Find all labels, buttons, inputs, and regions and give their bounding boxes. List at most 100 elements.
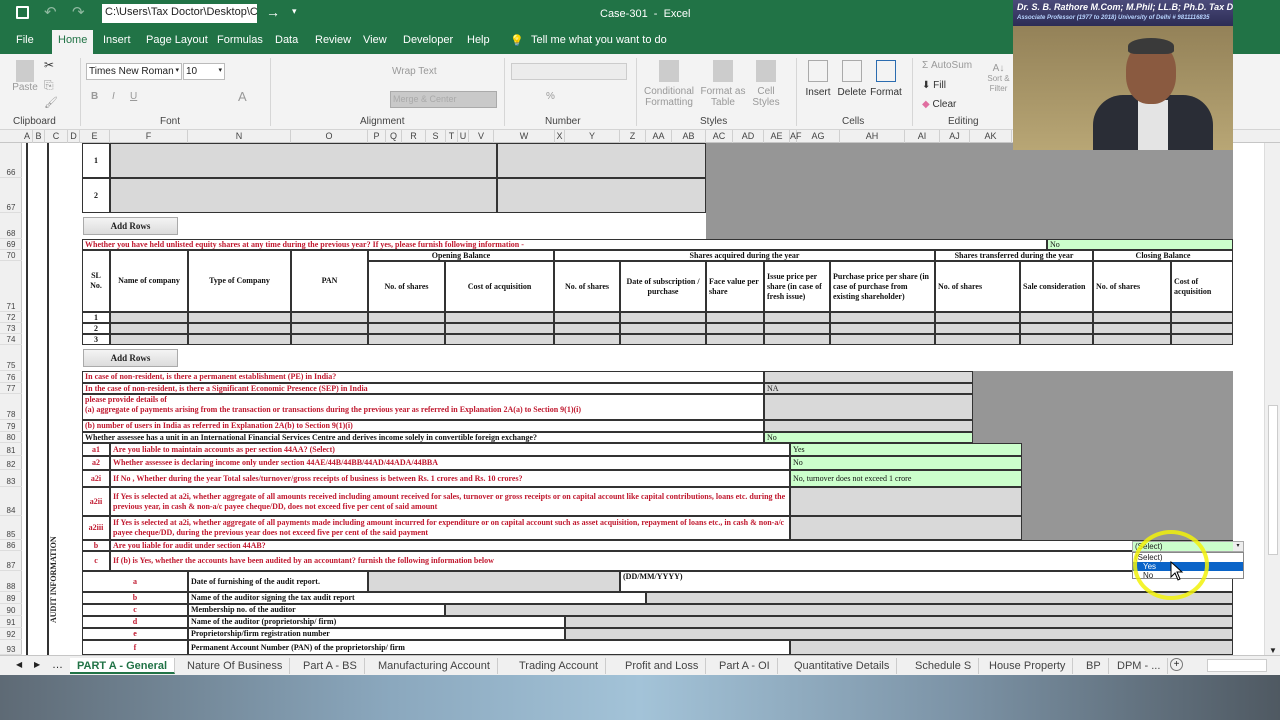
row-header[interactable]: 77 <box>0 383 22 394</box>
horizontal-scrollbar[interactable] <box>1207 659 1267 672</box>
input-cell[interactable] <box>110 334 188 345</box>
underline-icon[interactable]: U <box>130 91 137 102</box>
input-cell[interactable] <box>188 334 291 345</box>
date-input[interactable] <box>368 571 620 592</box>
column-header[interactable]: D <box>68 130 80 143</box>
row-header[interactable]: 86 <box>0 540 22 551</box>
input-cell[interactable] <box>620 334 706 345</box>
column-header[interactable]: U <box>458 130 469 143</box>
row-header[interactable]: 88 <box>0 571 22 592</box>
column-header[interactable]: AH <box>840 130 905 143</box>
column-header[interactable]: AJ <box>940 130 970 143</box>
worksheet-grid[interactable]: 1 2 Add Rows Whether you have held unlisted… <box>22 143 1262 655</box>
input-cell[interactable] <box>110 143 497 178</box>
input-cell[interactable] <box>935 334 1020 345</box>
column-header[interactable]: F <box>110 130 188 143</box>
autosum-button[interactable]: Σ AutoSum <box>922 60 972 71</box>
paste-button[interactable]: Paste <box>10 60 40 93</box>
input-cell[interactable] <box>764 312 830 323</box>
input-cell[interactable] <box>646 592 1233 604</box>
answer-unlisted-shares[interactable]: No <box>1047 239 1233 250</box>
row-header[interactable]: 67 <box>0 178 22 213</box>
row-header[interactable]: 84 <box>0 487 22 516</box>
italic-icon[interactable]: I <box>112 91 115 102</box>
cut-icon[interactable]: ✂ <box>44 58 54 72</box>
column-header[interactable]: AG <box>797 130 840 143</box>
row-header[interactable]: 80 <box>0 432 22 443</box>
input-cell[interactable] <box>110 312 188 323</box>
format-painter-icon[interactable]: 🖌 <box>44 96 58 109</box>
input-cell[interactable] <box>368 323 445 334</box>
column-header[interactable]: AB <box>672 130 706 143</box>
input-cell[interactable] <box>706 334 764 345</box>
input-cell[interactable] <box>445 312 554 323</box>
tab-formulas[interactable]: Formulas <box>217 34 263 46</box>
cell-styles-button[interactable]: Cell Styles <box>748 60 784 108</box>
input-cell[interactable] <box>497 178 706 213</box>
input-cell[interactable] <box>291 323 368 334</box>
row-header[interactable]: 76 <box>0 371 22 383</box>
sheet-tab-profit-and-loss[interactable]: Profit and Loss <box>618 658 707 674</box>
sheet-tab-trading-account[interactable]: Trading Account <box>512 658 607 674</box>
column-header[interactable]: Y <box>565 130 620 143</box>
sheet-tab-dpm[interactable]: DPM - ... <box>1110 658 1169 674</box>
more-sheets-icon[interactable]: … <box>52 659 63 671</box>
customize-qat-icon[interactable]: ▾ <box>292 6 297 17</box>
column-header[interactable]: N <box>188 130 291 143</box>
column-header[interactable]: AF <box>790 130 802 143</box>
input-cell[interactable] <box>706 312 764 323</box>
row-header[interactable]: 93 <box>0 640 22 655</box>
row-header[interactable]: 78 <box>0 394 22 420</box>
column-header[interactable]: P <box>368 130 386 143</box>
bold-icon[interactable]: B <box>91 91 98 102</box>
row-header[interactable]: 87 <box>0 551 22 571</box>
row-header[interactable]: 82 <box>0 456 22 470</box>
answer-select[interactable]: No, turnover does not exceed 1 crore <box>790 470 1022 487</box>
input-cell[interactable] <box>830 312 935 323</box>
prev-sheet-icon[interactable]: ◀ <box>16 660 22 669</box>
column-header[interactable]: AD <box>733 130 764 143</box>
row-header[interactable]: 70 <box>0 250 22 261</box>
column-header[interactable]: E <box>80 130 110 143</box>
input-cell[interactable] <box>554 334 620 345</box>
percent-icon[interactable]: % <box>546 91 555 102</box>
row-header[interactable]: 92 <box>0 628 22 640</box>
answer-ifsc[interactable]: No <box>764 432 973 443</box>
column-header[interactable]: AA <box>646 130 672 143</box>
input-cell[interactable] <box>110 178 497 213</box>
font-color-icon[interactable]: A <box>238 89 247 104</box>
input-cell[interactable] <box>188 323 291 334</box>
next-sheet-icon[interactable]: ▶ <box>34 660 40 669</box>
column-header[interactable]: A <box>22 130 33 143</box>
row-header[interactable]: 85 <box>0 516 22 540</box>
redo-icon[interactable]: ↷ <box>72 3 85 21</box>
answer-select[interactable]: No <box>790 456 1022 470</box>
input-cell[interactable] <box>291 334 368 345</box>
tab-developer[interactable]: Developer <box>403 34 453 46</box>
delete-cells-button[interactable]: Delete <box>836 60 868 98</box>
input-cell[interactable] <box>1020 312 1093 323</box>
input-cell[interactable] <box>764 323 830 334</box>
dropdown-arrow-icon[interactable]: ▾ <box>1233 542 1243 551</box>
conditional-formatting-button[interactable]: Conditional Formatting <box>640 60 698 108</box>
row-header[interactable]: 68 <box>0 213 22 239</box>
input-cell[interactable] <box>1171 323 1233 334</box>
row-header[interactable]: 81 <box>0 443 22 456</box>
font-size-select[interactable]: 10 ▾ <box>183 63 225 80</box>
input-cell[interactable] <box>764 394 973 420</box>
number-format-select[interactable] <box>511 63 627 80</box>
go-arrow-icon[interactable]: → <box>266 4 280 20</box>
path-combobox[interactable]: C:\Users\Tax Doctor\Desktop\C: <box>102 4 257 23</box>
column-header[interactable]: S <box>426 130 446 143</box>
tab-data[interactable]: Data <box>275 34 298 46</box>
answer-sep[interactable]: NA <box>764 383 973 394</box>
add-sheet-icon[interactable]: + <box>1170 658 1183 671</box>
wrap-text-button[interactable]: Wrap Text <box>392 66 437 77</box>
row-header[interactable]: 72 <box>0 312 22 323</box>
input-cell[interactable] <box>764 334 830 345</box>
column-header[interactable]: T <box>446 130 458 143</box>
tab-help[interactable]: Help <box>467 34 490 46</box>
save-icon[interactable] <box>16 6 29 19</box>
input-cell[interactable] <box>565 628 1233 640</box>
column-header[interactable]: R <box>402 130 426 143</box>
